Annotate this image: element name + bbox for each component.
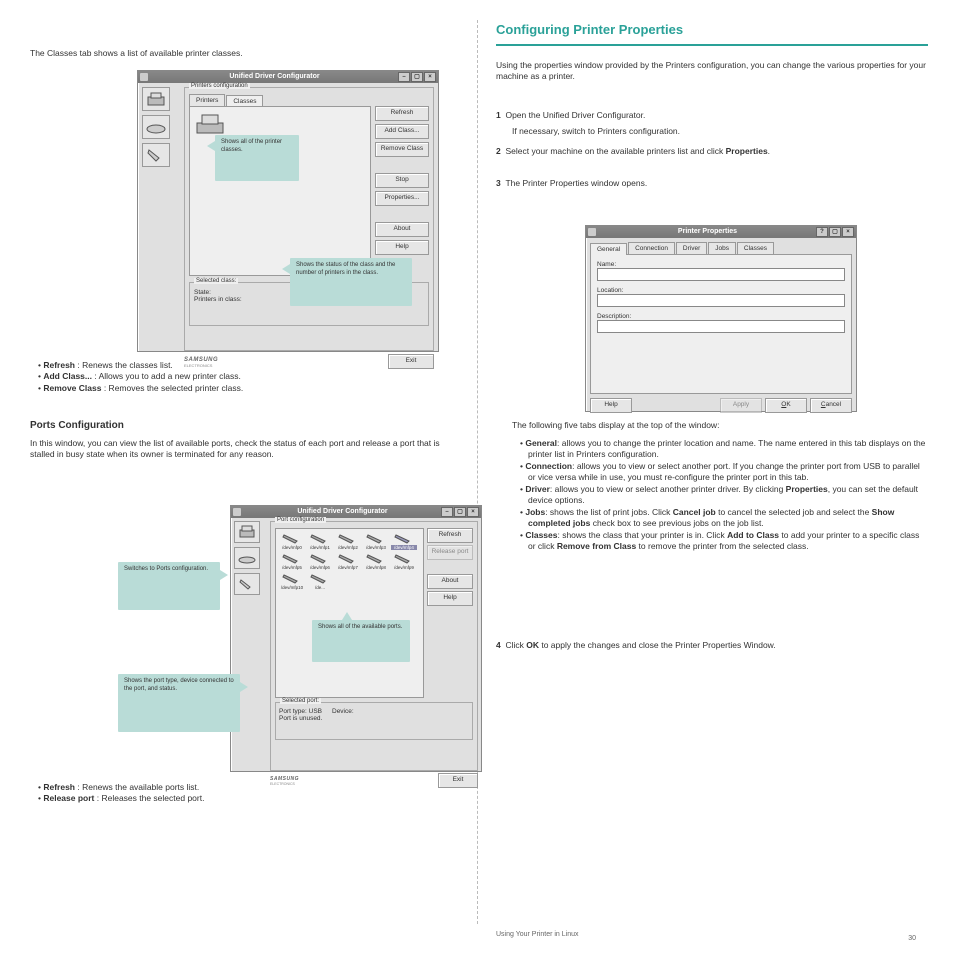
remove-class-button[interactable]: Remove Class <box>375 142 429 157</box>
port-item[interactable]: /dev/mfp10 <box>279 572 305 590</box>
dialog-printer-properties: Printer Properties ? ▢ × General Connect… <box>585 225 857 412</box>
sidebar-scanners-icon[interactable] <box>142 115 170 139</box>
about-button[interactable]: About <box>427 574 473 589</box>
right-intro: Using the properties window provided by … <box>496 60 926 83</box>
dialog3-title: Printer Properties <box>600 226 815 238</box>
step1-sub: If necessary, switch to Printers configu… <box>512 126 926 137</box>
step4: 4 Click OK to apply the changes and clos… <box>496 640 926 651</box>
left-intro: The Classes tab shows a list of availabl… <box>30 48 450 59</box>
step1: 1 Open the Unified Driver Configurator. <box>496 110 926 121</box>
app-icon <box>233 508 241 516</box>
dialog3-titlebar: Printer Properties ? ▢ × <box>586 226 856 238</box>
port-item[interactable]: /dev/mfp6 <box>307 552 333 570</box>
port-item[interactable]: /dev/mfp2 <box>335 532 361 550</box>
whatsthis-button[interactable]: ? <box>816 227 828 237</box>
port-item[interactable]: /dev/mfp1 <box>307 532 333 550</box>
port-item[interactable]: /dev/mfp7 <box>335 552 361 570</box>
sidebar-ports-icon[interactable] <box>142 143 170 167</box>
heading-rule <box>496 44 928 46</box>
tab-connection[interactable]: Connection <box>628 242 675 254</box>
callout-all-ports: Shows all of the available ports. <box>312 620 410 662</box>
sidebar-ports-icon[interactable] <box>234 573 260 595</box>
label-location: Location: <box>597 287 845 294</box>
close-button[interactable]: × <box>842 227 854 237</box>
tabs-intro: The following five tabs display at the t… <box>512 420 926 431</box>
tab-general[interactable]: General <box>590 243 627 255</box>
callout-classes-list: Shows all of the printer classes. <box>215 135 299 181</box>
tab-classes[interactable]: Classes <box>737 242 774 254</box>
input-description[interactable] <box>597 320 845 333</box>
label-name: Name: <box>597 261 845 268</box>
port-item[interactable]: /dev/mfp9 <box>391 552 417 570</box>
ports-intro: In this window, you can view the list of… <box>30 438 450 461</box>
port-item[interactable]: /dev/mfp0 <box>279 532 305 550</box>
input-location[interactable] <box>597 294 845 307</box>
maximize-button[interactable]: ▢ <box>454 507 466 517</box>
page-footer-text: Using Your Printer in Linux <box>496 930 896 939</box>
stop-button[interactable]: Stop <box>375 173 429 188</box>
apply-button[interactable]: Apply <box>720 398 762 413</box>
maximize-button[interactable]: ▢ <box>411 72 423 82</box>
dialog1-title: Unified Driver Configurator <box>152 71 397 83</box>
dialog1-titlebar: Unified Driver Configurator – ▢ × <box>138 71 438 83</box>
about-button[interactable]: About <box>375 222 429 237</box>
bullets2: • Refresh : Renews the available ports l… <box>30 782 450 805</box>
label-description: Description: <box>597 313 845 320</box>
page-number: 30 <box>908 935 916 942</box>
sidebar-printers-icon[interactable] <box>142 87 170 111</box>
ports-heading: Ports Configuration <box>30 420 124 431</box>
tab-jobs[interactable]: Jobs <box>708 242 736 254</box>
port-item[interactable]: /dev/mfp3 <box>363 532 389 550</box>
close-button[interactable]: × <box>424 72 436 82</box>
column-divider <box>477 20 478 924</box>
right-heading: Configuring Printer Properties <box>496 22 683 37</box>
port-status-label: Port is unused. <box>279 715 469 722</box>
minimize-button[interactable]: – <box>398 72 410 82</box>
bullets1: • Refresh : Renews the classes list. • A… <box>30 360 450 394</box>
port-item[interactable]: /dev/mfp8 <box>363 552 389 570</box>
printer-class-icon <box>194 111 226 137</box>
refresh-button[interactable]: Refresh <box>375 106 429 121</box>
callout-switch-ports: Switches to Ports configuration. <box>118 562 220 610</box>
tab-driver[interactable]: Driver <box>676 242 707 254</box>
add-class-button[interactable]: Add Class... <box>375 124 429 139</box>
close-button[interactable]: × <box>467 507 479 517</box>
help-button[interactable]: Help <box>427 591 473 606</box>
release-port-button[interactable]: Release port <box>427 545 473 560</box>
selected-port-label: Selected port: <box>280 698 321 704</box>
port-item[interactable]: /dev/mfp5 <box>279 552 305 570</box>
tab-descriptions: • General: allows you to change the prin… <box>512 438 926 553</box>
help-button[interactable]: Help <box>590 398 632 413</box>
dialog2-titlebar: Unified Driver Configurator – ▢ × <box>231 506 481 518</box>
maximize-button[interactable]: ▢ <box>829 227 841 237</box>
step2: 2 Select your machine on the available p… <box>496 146 926 157</box>
callout-port-details: Shows the port type, device connected to… <box>118 674 240 732</box>
sidebar-printers-icon[interactable] <box>234 521 260 543</box>
app-icon <box>140 73 148 81</box>
port-item[interactable]: /de... <box>307 572 333 590</box>
selected-class-label: Selected class: <box>194 278 238 284</box>
help-button[interactable]: Help <box>375 240 429 255</box>
tab-printers[interactable]: Printers <box>189 94 225 106</box>
input-name[interactable] <box>597 268 845 281</box>
refresh-button[interactable]: Refresh <box>427 528 473 543</box>
dialog1-group-label: Printers configuration <box>189 83 250 89</box>
dialog-unified-driver-classes: Unified Driver Configurator – ▢ × Printe… <box>137 70 439 352</box>
properties-button[interactable]: Properties... <box>375 191 429 206</box>
ok-button[interactable]: OK <box>765 398 807 413</box>
callout-class-status: Shows the status of the class and the nu… <box>290 258 412 306</box>
dialog2-group-label: Port configuration <box>275 517 326 523</box>
app-icon <box>588 228 596 236</box>
step3: 3 The Printer Properties window opens. <box>496 178 926 189</box>
sidebar-scanners-icon[interactable] <box>234 547 260 569</box>
port-device-label: Device: <box>332 708 354 715</box>
port-item[interactable]: /dev/mfp4 <box>391 532 417 550</box>
cancel-button[interactable]: Cancel <box>810 398 852 413</box>
port-type-label: Port type: USB <box>279 708 322 715</box>
minimize-button[interactable]: – <box>441 507 453 517</box>
